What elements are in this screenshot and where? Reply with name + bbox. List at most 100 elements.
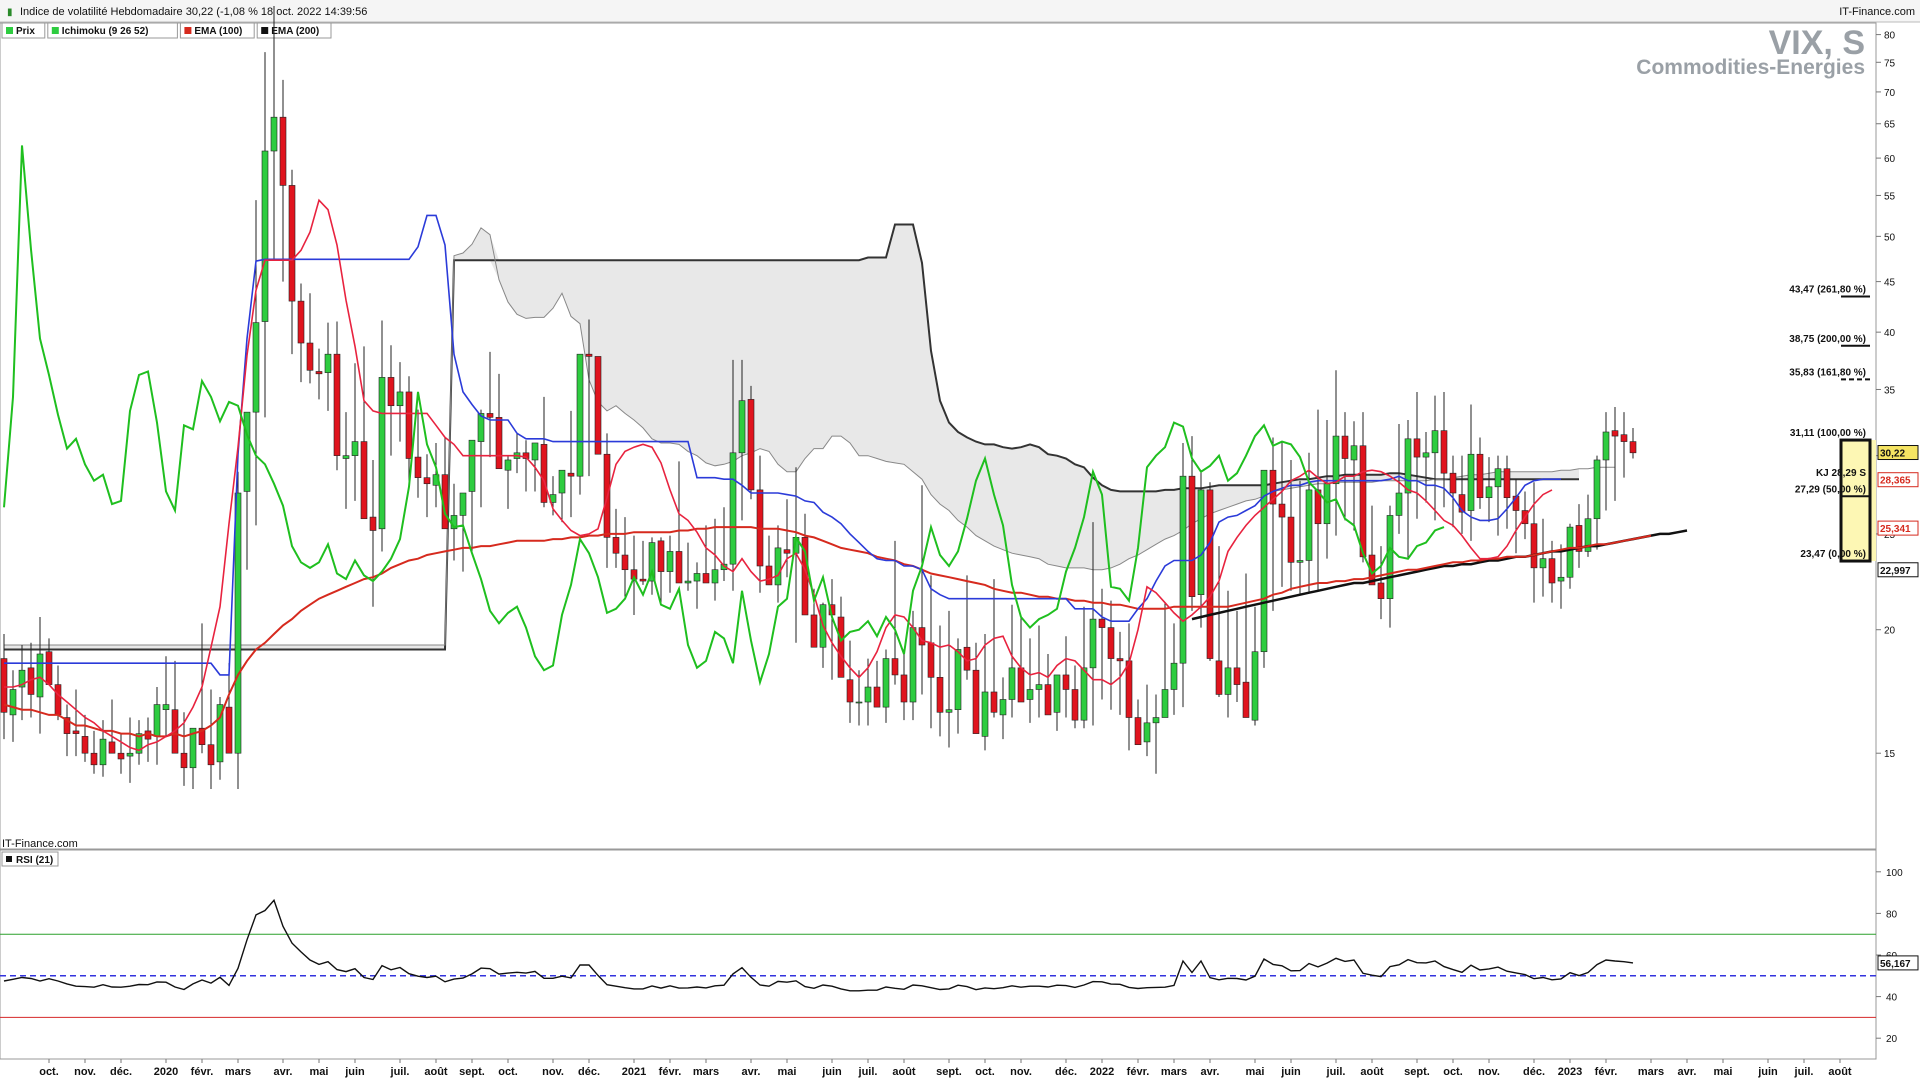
candle bbox=[1044, 684, 1052, 716]
candle bbox=[558, 469, 566, 494]
price-badge-label: 30,22 bbox=[1880, 449, 1905, 460]
time-tick-label: août bbox=[1360, 1066, 1384, 1078]
time-tick-label: avr. bbox=[1678, 1066, 1697, 1078]
candle bbox=[1629, 441, 1637, 454]
candle bbox=[765, 565, 773, 586]
candle bbox=[936, 677, 944, 713]
candle bbox=[1035, 684, 1043, 690]
rsi-tick-label: 80 bbox=[1886, 909, 1898, 920]
candle bbox=[576, 353, 584, 477]
time-tick-label: mars bbox=[693, 1066, 719, 1078]
legend[interactable]: Prix Ichimoku (9 26 52) EMA (100) EMA (200) bbox=[1, 22, 332, 39]
candle bbox=[747, 399, 755, 491]
rsi-panel: 2040608010056,167 bbox=[0, 868, 1919, 1045]
candle bbox=[1107, 627, 1115, 659]
candle bbox=[1278, 503, 1286, 518]
candle bbox=[873, 686, 881, 708]
candle bbox=[594, 356, 602, 455]
candle bbox=[1008, 667, 1016, 700]
candle bbox=[342, 455, 350, 459]
price-tick-label: 55 bbox=[1884, 191, 1896, 202]
price-tick-label: 50 bbox=[1884, 232, 1896, 243]
candle bbox=[234, 492, 242, 754]
candle bbox=[1188, 475, 1196, 597]
time-axis: oct. nov. déc. 2020 févr. mars avr. mai juin juil… bbox=[39, 1059, 1852, 1078]
time-tick-label: févr. bbox=[191, 1066, 214, 1078]
candle bbox=[1224, 667, 1232, 695]
candle bbox=[1395, 492, 1403, 516]
candle bbox=[225, 706, 233, 754]
candle bbox=[153, 704, 161, 737]
candle bbox=[1620, 434, 1628, 442]
candle bbox=[1422, 452, 1430, 458]
price-tick-label: 45 bbox=[1884, 278, 1896, 289]
candle bbox=[1251, 651, 1259, 721]
candle bbox=[882, 658, 890, 708]
rsi-value-label: 56,167 bbox=[1880, 959, 1911, 970]
candle bbox=[612, 537, 620, 554]
rsi-label[interactable]: RSI (21) bbox=[16, 855, 53, 866]
time-tick-label: oct. bbox=[975, 1066, 995, 1078]
candle bbox=[864, 686, 872, 703]
time-tick-label: oct. bbox=[498, 1066, 518, 1078]
time-tick-label: sept. bbox=[936, 1066, 962, 1078]
candle bbox=[900, 674, 908, 703]
time-tick-label: mai bbox=[778, 1066, 797, 1078]
candle bbox=[270, 116, 278, 152]
time-tick-label: avr. bbox=[1201, 1066, 1220, 1078]
price-tick-label: 40 bbox=[1884, 328, 1896, 339]
candle bbox=[207, 744, 215, 766]
time-tick-label: mars bbox=[1638, 1066, 1664, 1078]
candle bbox=[1071, 689, 1079, 721]
candle bbox=[1197, 489, 1205, 595]
candle bbox=[1206, 489, 1214, 659]
time-tick-label: déc. bbox=[578, 1066, 600, 1078]
candle bbox=[351, 441, 359, 456]
price-badge-label: 22,997 bbox=[1880, 566, 1911, 577]
kijun-label: KJ 28,29 S bbox=[1816, 468, 1866, 479]
price-tick-label: 20 bbox=[1884, 626, 1896, 637]
candle bbox=[1179, 475, 1187, 664]
time-tick-label: déc. bbox=[1523, 1066, 1545, 1078]
candle bbox=[531, 442, 539, 461]
candle bbox=[72, 730, 80, 734]
time-tick-label: mai bbox=[1714, 1066, 1733, 1078]
candle bbox=[1413, 438, 1421, 458]
candle bbox=[1494, 468, 1502, 488]
fibonacci-level-label: 23,47 (0,00 %) bbox=[1800, 549, 1866, 560]
candle bbox=[1062, 674, 1070, 690]
candle bbox=[846, 679, 854, 703]
candle bbox=[855, 701, 863, 704]
candle bbox=[1017, 667, 1025, 703]
candle bbox=[90, 752, 98, 766]
candle bbox=[1467, 453, 1475, 511]
candle bbox=[279, 116, 287, 186]
candle bbox=[36, 653, 44, 698]
rsi-legend-swatch bbox=[6, 856, 12, 862]
candle bbox=[1503, 468, 1511, 499]
candle bbox=[81, 736, 89, 754]
candle bbox=[1602, 431, 1610, 461]
time-tick-label: avr. bbox=[742, 1066, 761, 1078]
candle bbox=[1431, 430, 1439, 454]
time-tick-label: nov. bbox=[74, 1066, 96, 1078]
candle bbox=[981, 691, 989, 737]
time-tick-label: juil. bbox=[858, 1066, 878, 1078]
time-tick-label: juil. bbox=[1326, 1066, 1346, 1078]
candle bbox=[999, 699, 1007, 716]
time-tick-label: mars bbox=[1161, 1066, 1187, 1078]
rsi-line bbox=[3, 898, 1634, 992]
candle bbox=[99, 738, 107, 766]
candle bbox=[459, 492, 467, 516]
candle bbox=[1134, 717, 1142, 746]
candle bbox=[468, 439, 476, 492]
candle bbox=[504, 459, 512, 471]
candle bbox=[405, 391, 413, 459]
fibonacci-level-label: 43,47 (261,80 %) bbox=[1789, 284, 1866, 295]
candle bbox=[126, 752, 134, 757]
candle bbox=[954, 649, 962, 710]
time-tick-label: nov. bbox=[542, 1066, 564, 1078]
candle bbox=[261, 150, 269, 322]
candle bbox=[315, 371, 323, 375]
legend-label: Prix bbox=[16, 26, 35, 37]
